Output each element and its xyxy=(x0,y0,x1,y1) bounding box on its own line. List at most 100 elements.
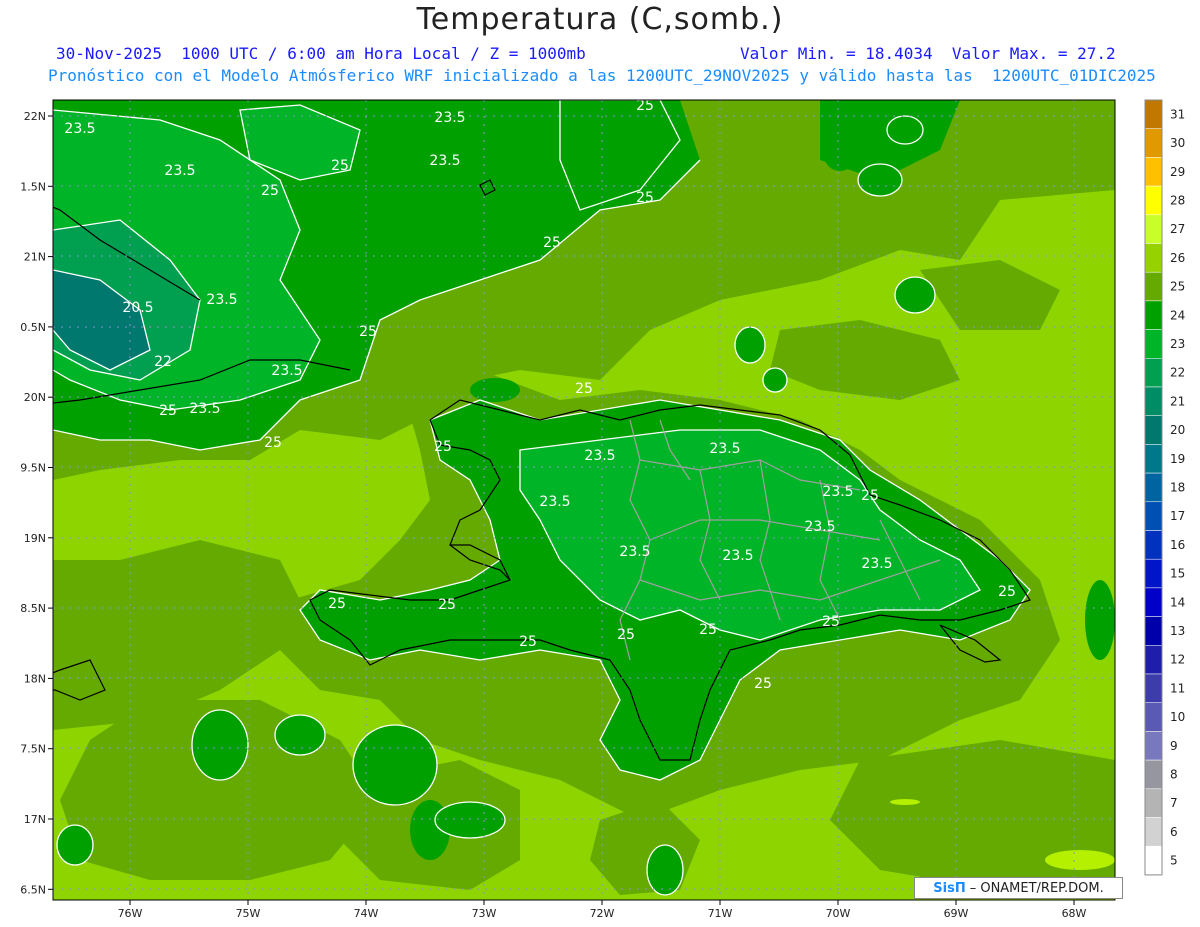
colorbar-label: 26 xyxy=(1170,251,1185,265)
colorbar-swatch xyxy=(1144,415,1163,445)
lon-tick-label: 71W xyxy=(708,907,733,920)
lat-tick-label: 21N xyxy=(24,251,46,264)
colorbar-swatch xyxy=(1144,530,1163,560)
contour-label: 23.5 xyxy=(584,448,615,464)
lat-tick-label: 9.5N xyxy=(20,462,46,475)
lat-tick-label: 1.5N xyxy=(20,180,46,193)
colorbar-swatch xyxy=(1144,558,1163,589)
colorbar-label: 21 xyxy=(1170,394,1185,408)
contour-label: 25 xyxy=(519,634,537,650)
colorbar-swatch xyxy=(1144,128,1163,158)
colorbar-label: 28 xyxy=(1170,193,1185,207)
contour-label: 25 xyxy=(636,190,654,206)
colorbar-swatch xyxy=(1144,817,1163,847)
lat-tick-label: 0.5N xyxy=(20,321,46,334)
contour-label: 25 xyxy=(261,183,279,199)
lon-tick-label: 70W xyxy=(826,907,851,920)
contour-label: 23.5 xyxy=(539,494,570,510)
colorbar-label: 13 xyxy=(1170,624,1185,638)
temp-band-27 xyxy=(1045,850,1115,870)
colorbar-label: 25 xyxy=(1170,280,1185,294)
contour-label: 25 xyxy=(861,488,879,504)
colorbar-swatch xyxy=(1144,386,1163,416)
lon-tick-label: 76W xyxy=(118,907,143,920)
temp-band-24 xyxy=(470,378,520,402)
temperature-map: 23.5 23.5 23.5 23.5 25 25 25 25 25 20.5 23.5 22 23.5… xyxy=(20,99,1185,920)
colorbar-swatch xyxy=(1144,214,1163,244)
contour-label: 23.5 xyxy=(206,292,237,308)
colorbar-label: 8 xyxy=(1170,767,1178,781)
contour-label: 25 xyxy=(543,235,561,251)
colorbar-label: 29 xyxy=(1170,165,1185,179)
colorbar-swatch xyxy=(1144,759,1163,790)
lat-tick-label: 19N xyxy=(24,532,46,545)
contour-label: 25 xyxy=(438,597,456,613)
lon-tick-label: 73W xyxy=(472,907,497,920)
contour-label: 23.5 xyxy=(722,548,753,564)
contour-label: 23.5 xyxy=(434,110,465,126)
lat-tick-label: 7.5N xyxy=(20,743,46,756)
colorbar-swatch xyxy=(1144,444,1163,474)
colorbar-swatch xyxy=(1144,329,1163,359)
colorbar-swatch xyxy=(1144,300,1163,330)
contour-label: 25 xyxy=(434,439,452,455)
credit-box: SisΠ – ONAMET/REP.DOM. xyxy=(914,877,1123,899)
temp-band-24 xyxy=(410,800,450,860)
contour-label: 23.5 xyxy=(804,519,835,535)
colorbar-swatch xyxy=(1144,731,1163,761)
colorbar-swatch xyxy=(1144,645,1163,675)
contour-label: 25 xyxy=(359,324,377,340)
lat-tick-label: 6.5N xyxy=(20,883,46,896)
colorbar-swatch xyxy=(1144,99,1163,129)
contour-label: 23.5 xyxy=(189,401,220,417)
colorbar-swatch xyxy=(1144,845,1163,876)
lon-tick-label: 69W xyxy=(944,907,969,920)
contour-label: 25 xyxy=(328,596,346,612)
lat-tick-label: 17N xyxy=(24,813,46,826)
colorbar-swatch xyxy=(1144,472,1163,503)
contour-label: 23.5 xyxy=(271,363,302,379)
contour-label: 25 xyxy=(575,381,593,397)
contour-label: 25 xyxy=(617,627,635,643)
colorbar-swatch xyxy=(1144,271,1163,302)
colorbar-swatch xyxy=(1144,587,1163,617)
contour-label: 20.5 xyxy=(122,300,153,316)
contour-label: 23.5 xyxy=(709,441,740,457)
colorbar-swatch xyxy=(1144,788,1163,818)
contour-label: 25 xyxy=(699,622,717,638)
colorbar-label: 16 xyxy=(1170,538,1185,552)
colorbar-label: 23 xyxy=(1170,337,1185,351)
colorbar-swatch xyxy=(1144,157,1163,187)
sispi-logo: SisΠ xyxy=(933,880,966,896)
colorbar-swatch xyxy=(1144,243,1163,273)
contour-label: 23.5 xyxy=(64,121,95,137)
temp-band-24 xyxy=(824,139,856,171)
contour-label: 23.5 xyxy=(164,163,195,179)
colorbar-swatch xyxy=(1144,702,1163,732)
colorbar-swatch xyxy=(1144,185,1163,216)
temp-band-24 xyxy=(1085,580,1115,660)
lon-tick-label: 74W xyxy=(354,907,379,920)
contour-label: 23.5 xyxy=(822,484,853,500)
contour-label: 25 xyxy=(998,584,1016,600)
lon-tick-label: 68W xyxy=(1062,907,1087,920)
colorbar-label: 12 xyxy=(1170,653,1185,667)
temp-band-27 xyxy=(890,799,920,805)
colorbar-label: 6 xyxy=(1170,825,1178,839)
colorbar-label: 15 xyxy=(1170,567,1185,581)
colorbar-label: 27 xyxy=(1170,222,1185,236)
colorbar-swatch xyxy=(1144,673,1163,703)
lon-tick-label: 75W xyxy=(236,907,261,920)
colorbar-label: 20 xyxy=(1170,423,1185,437)
colorbar-label: 11 xyxy=(1170,681,1185,695)
colorbar-label: 17 xyxy=(1170,509,1185,523)
colorbar-label: 18 xyxy=(1170,480,1185,494)
colorbar-label: 5 xyxy=(1170,854,1178,868)
colorbar-label: 19 xyxy=(1170,452,1185,466)
lon-tick-label: 72W xyxy=(590,907,615,920)
lat-tick-label: 22N xyxy=(24,110,46,123)
contour-label: 23.5 xyxy=(429,153,460,169)
contour-label: 25 xyxy=(822,614,840,630)
colorbar-label: 10 xyxy=(1170,710,1185,724)
colorbar-swatch xyxy=(1144,358,1163,388)
